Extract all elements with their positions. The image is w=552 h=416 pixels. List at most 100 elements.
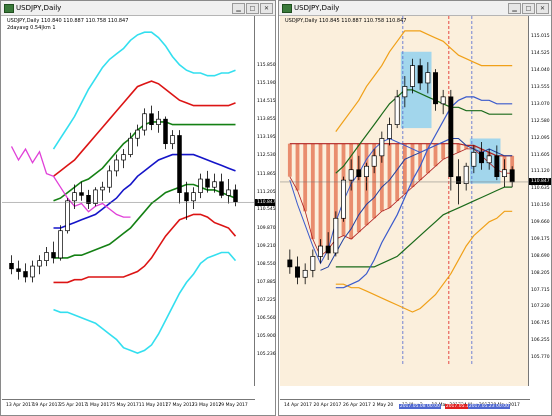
price-tick-label: 115.015 [531, 34, 550, 40]
candlestick [58, 230, 63, 259]
candlestick [425, 72, 431, 84]
candlestick [394, 96, 400, 125]
candlestick [135, 129, 140, 139]
price-tick-label: 109.870 [257, 225, 276, 231]
price-tick-label: 106.560 [257, 315, 276, 321]
time-tick-label: 17 May 2017 [165, 403, 195, 408]
candlestick [44, 252, 49, 261]
candlestick [287, 259, 293, 268]
candlestick [65, 200, 70, 232]
close-button[interactable]: ✕ [260, 3, 273, 14]
maximize-button[interactable]: □ [246, 3, 259, 14]
candlestick [479, 152, 484, 164]
candlestick [72, 192, 77, 202]
time-tick-label: 25 Apr 2017 [59, 403, 87, 408]
price-tick-label: 113.070 [531, 101, 550, 107]
current-price-marker: 110.847 [529, 178, 551, 186]
candlestick [371, 155, 377, 167]
time-tick-label: 29 May 2017 [218, 403, 248, 408]
chart-window-right[interactable]: USDJPY,Daily ▁ □ ✕ USDJPY,Daily 110.845 11… [278, 0, 552, 416]
candlestick [310, 256, 316, 271]
close-button[interactable]: ✕ [536, 3, 549, 14]
candlestick [107, 170, 112, 188]
price-tick-label: 112.530 [257, 153, 276, 159]
candlestick [219, 181, 224, 196]
price-tick-label: 112.580 [531, 118, 550, 124]
candlestick [433, 72, 438, 105]
candlestick [23, 271, 28, 278]
price-chart-left[interactable] [2, 16, 255, 386]
price-tick-label: 115.850 [257, 63, 276, 69]
candlestick [184, 192, 189, 202]
time-tick-label: 11 May 2017 [138, 403, 169, 408]
candlestick [79, 192, 84, 196]
candlestick [156, 118, 161, 125]
candlestick [93, 189, 98, 204]
price-tick-label: 105.770 [531, 355, 550, 361]
candlestick [410, 65, 415, 87]
window-title: USDJPY,Daily [294, 4, 340, 12]
minimize-button[interactable]: ▁ [508, 3, 521, 14]
candlestick [198, 178, 203, 193]
window-titlebar-left[interactable]: USDJPY,Daily ▁ □ ✕ [1, 1, 275, 16]
price-tick-label: 106.745 [531, 321, 550, 327]
time-tick-label: 1 May 2017 [85, 403, 113, 408]
time-scale-left[interactable]: 13 Apr 2017 19 Apr 2017 25 Apr 2017 1 May 2… [2, 399, 255, 414]
chart-window-icon [4, 4, 14, 13]
candlestick [440, 96, 446, 105]
time-marker-badge: 2017.05.23 00:00 [467, 404, 510, 409]
candlestick [402, 86, 408, 98]
candlestick [212, 181, 217, 188]
price-tick-label: 106.255 [531, 338, 550, 344]
price-scale-left[interactable]: 115.850 115.190 114.515 113.855 113.195 112.5… [254, 16, 276, 386]
candlestick [471, 152, 477, 167]
price-chart-right[interactable] [280, 16, 530, 386]
price-tick-label: 108.205 [531, 270, 550, 276]
chart-info-line: USDJPY,Daily 110.845 110.887 110.758 110… [285, 18, 407, 24]
time-tick-label: 13 Apr 2017 [6, 403, 34, 408]
price-tick-label: 107.230 [531, 304, 550, 310]
candlestick [379, 138, 385, 157]
price-tick-label: 110.635 [531, 186, 550, 192]
time-tick-label: 19 Apr 2017 [32, 403, 61, 408]
price-tick-label: 105.900 [257, 333, 276, 339]
price-tick-label: 109.660 [531, 220, 550, 226]
candlestick [387, 124, 392, 139]
time-marker-badge: 2017.05.08 00:00 [398, 404, 441, 409]
candlestick [325, 245, 331, 254]
window-titlebar-right[interactable]: USDJPY,Daily ▁ □ ✕ [279, 1, 551, 16]
time-scale-right[interactable]: 14 Apr 2017 20 Apr 2017 26 Apr 2017 2 May 2… [280, 399, 530, 414]
candlestick [128, 137, 133, 155]
candlestick [302, 269, 308, 278]
chart-window-left[interactable]: USDJPY,Daily ▁ □ ✕ USDJPY,Daily 110.840 11… [0, 0, 276, 416]
candlestick [16, 268, 21, 272]
candlestick [233, 189, 238, 203]
price-tick-label: 105.236 [257, 351, 276, 357]
candlestick [463, 165, 469, 184]
candlestick [191, 192, 196, 202]
candlestick [502, 169, 507, 178]
price-tick-label: 107.715 [531, 287, 550, 293]
time-tick-label: 20 Apr 2017 [313, 403, 342, 408]
price-tick-label: 114.525 [531, 51, 550, 57]
candlestick [509, 169, 515, 183]
candlestick [364, 165, 369, 178]
candlestick [37, 260, 42, 267]
maximize-button[interactable]: □ [522, 3, 535, 14]
candlestick [163, 118, 168, 145]
price-tick-label: 108.690 [531, 253, 550, 259]
candlestick [295, 266, 300, 278]
price-tick-label: 112.095 [531, 135, 550, 141]
candlestick [356, 169, 362, 178]
candlestick [30, 265, 35, 278]
candlestick [51, 252, 56, 259]
minimize-button[interactable]: ▁ [232, 3, 245, 14]
price-tick-label: 110.150 [531, 203, 550, 209]
candlestick [114, 159, 119, 172]
candlestick [226, 189, 231, 196]
bollinger-band-2sigma-lower [53, 213, 237, 284]
time-tick-label: 5 May 2017 [112, 403, 139, 408]
price-scale-right[interactable]: 115.015 114.525 114.040 113.555 113.070 112.5… [528, 16, 551, 386]
current-price-marker: 110.847 [255, 198, 276, 206]
price-tick-label: 115.190 [257, 81, 276, 87]
